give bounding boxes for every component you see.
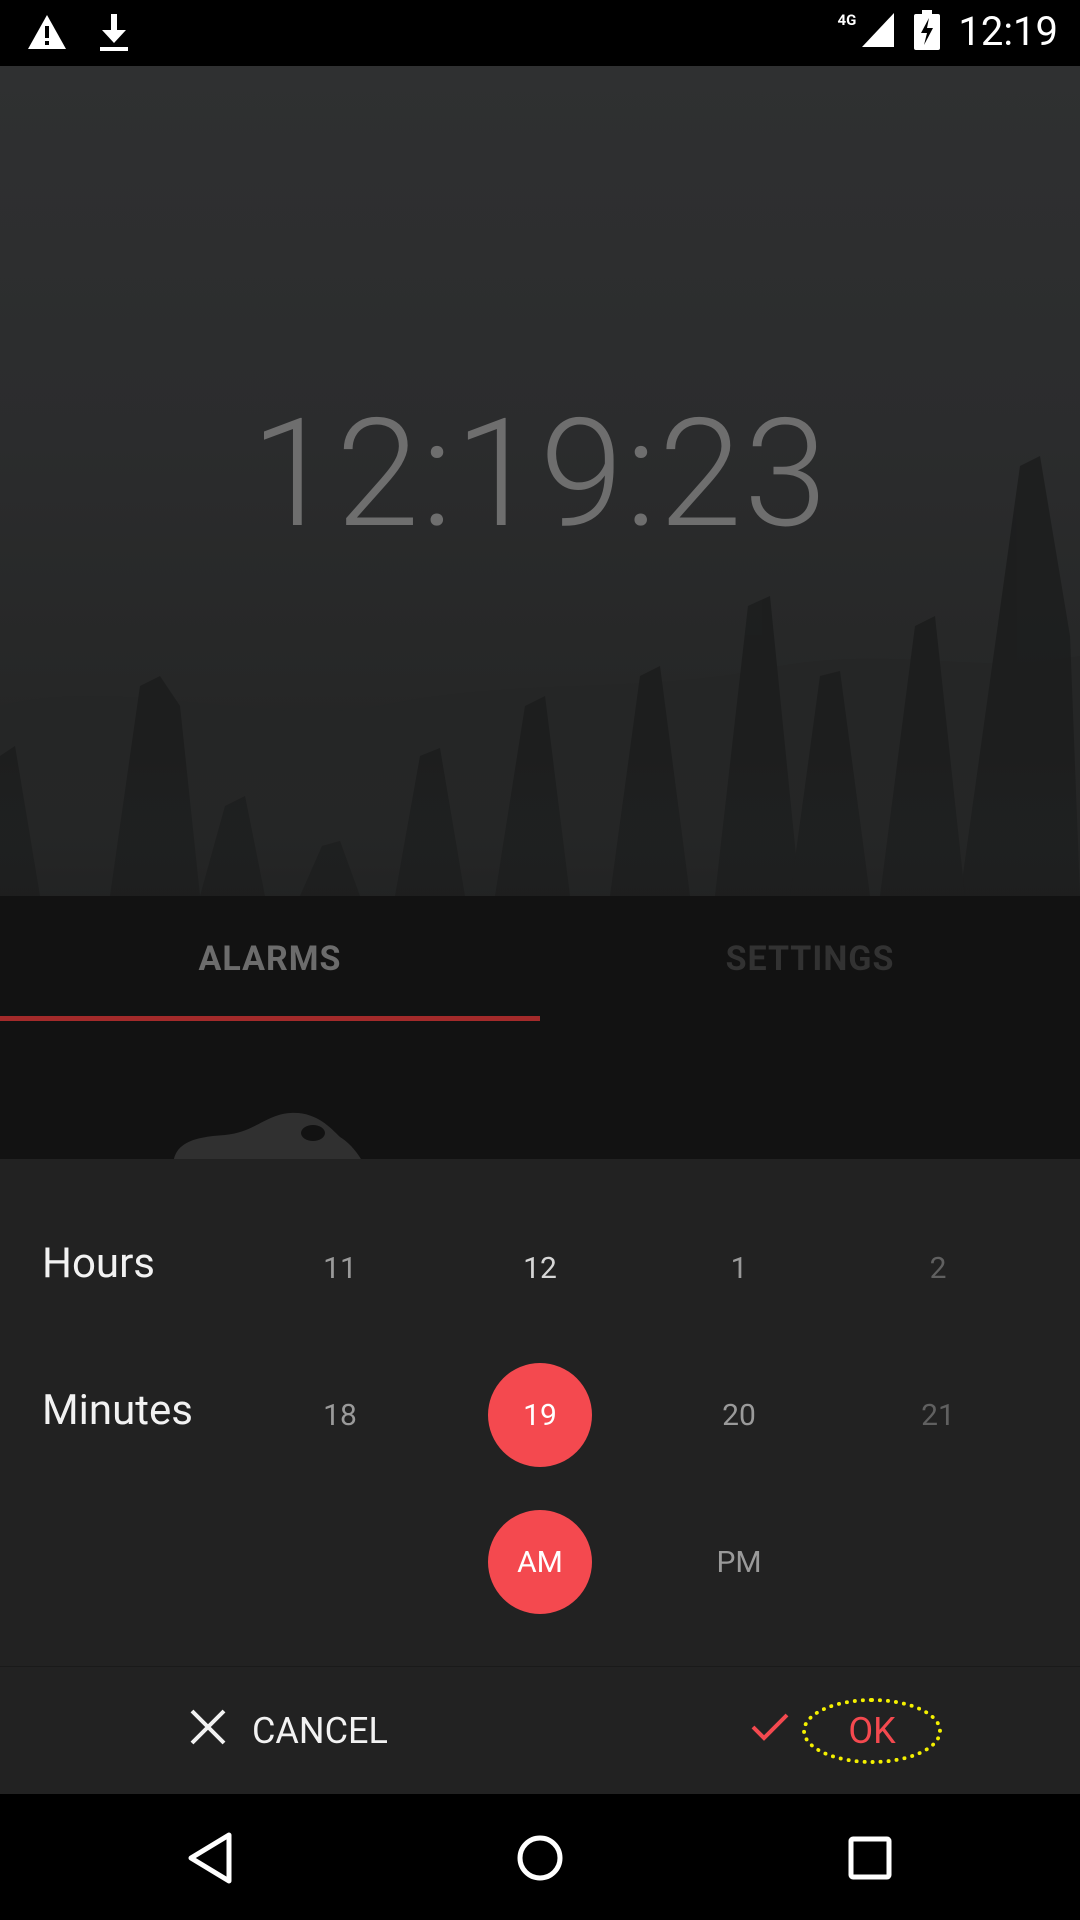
hour-option[interactable]: 11 [288,1216,392,1320]
empty-state-icon [173,1112,361,1159]
minute-option[interactable]: 21 [886,1363,990,1467]
hour-option-selected[interactable]: 12 [488,1216,592,1320]
minute-option[interactable]: 20 [687,1363,791,1467]
home-icon[interactable] [500,1818,580,1898]
hour-option[interactable]: 1 [687,1216,791,1320]
forest-illustration [0,456,1080,896]
tab-settings[interactable]: SETTINGS [540,896,1080,1022]
cancel-button[interactable]: CANCEL [188,1667,388,1795]
minute-option[interactable]: 18 [288,1363,392,1467]
signal-icon [860,11,896,53]
hour-option[interactable]: 2 [886,1216,990,1320]
tab-alarms[interactable]: ALARMS [0,896,540,1022]
tab-bar: ALARMS SETTINGS [0,896,1080,1022]
header-image: 12:19:23 [0,66,1080,896]
tab-indicator [0,1016,540,1021]
cancel-label: CANCEL [252,1710,388,1752]
status-time: 12:19 [958,8,1058,55]
ok-button[interactable]: OK [750,1667,942,1795]
pm-option[interactable]: PM [687,1510,791,1614]
check-icon [750,1710,790,1752]
network-type: 4G [837,10,857,29]
close-icon [188,1707,228,1756]
back-icon[interactable] [170,1818,250,1898]
download-icon [98,12,130,56]
am-option-selected[interactable]: AM [488,1510,592,1614]
status-bar: 4G 12:19 [0,0,1080,66]
recents-icon[interactable] [830,1818,910,1898]
ok-label: OK [802,1698,942,1764]
minute-option-selected[interactable]: 19 [488,1363,592,1467]
minutes-label: Minutes [42,1386,193,1435]
alarms-content [0,1022,1080,1159]
warning-icon [26,13,68,55]
navigation-bar [0,1794,1080,1920]
battery-charging-icon [914,9,941,54]
dialog-actions: CANCEL OK [0,1666,1080,1795]
hours-label: Hours [42,1239,155,1288]
